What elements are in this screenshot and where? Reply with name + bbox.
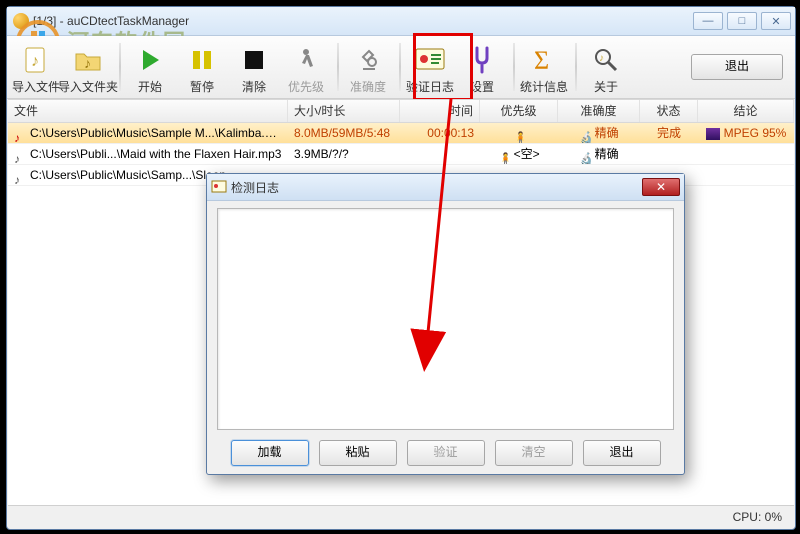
paste-button[interactable]: 粘贴 <box>319 440 397 466</box>
play-icon <box>134 44 166 76</box>
import-files-button[interactable]: ♪ 导入文件 <box>11 39 61 95</box>
close-button[interactable]: ✕ <box>761 12 791 30</box>
statistics-button[interactable]: Σ 统计信息 <box>519 39 569 95</box>
maximize-button[interactable]: □ <box>727 12 757 30</box>
stop-icon <box>238 44 270 76</box>
magnifier-music-icon: ♪ <box>590 44 622 76</box>
music-note-icon: ♪ <box>14 170 26 182</box>
cpu-usage: CPU: 0% <box>733 510 782 524</box>
col-result[interactable]: 结论 <box>698 100 794 122</box>
priority-icon: 🧍 <box>498 149 510 161</box>
svg-text:Σ: Σ <box>534 47 549 73</box>
certificate-icon <box>414 44 446 76</box>
dialog-exit-button[interactable]: 退出 <box>583 440 661 466</box>
load-button[interactable]: 加载 <box>231 440 309 466</box>
table-header: 文件 大小/时长 时间 优先级 准确度 状态 结论 <box>8 99 794 123</box>
sigma-icon: Σ <box>528 44 560 76</box>
import-folder-button[interactable]: ♪ 导入文件夹 <box>63 39 113 95</box>
log-textarea[interactable] <box>217 208 674 430</box>
toolbar-separator <box>513 43 515 91</box>
about-button[interactable]: ♪ 关于 <box>581 39 631 95</box>
pause-icon <box>186 44 218 76</box>
col-accuracy[interactable]: 准确度 <box>558 100 640 122</box>
svg-text:♪: ♪ <box>599 53 604 64</box>
main-window: [1/3] - auCDtectTaskManager — □ ✕ 河东软件园 … <box>6 6 796 530</box>
certificate-icon <box>211 179 227 195</box>
dialog-close-button[interactable]: ✕ <box>642 178 680 196</box>
walking-person-icon <box>290 44 322 76</box>
toolbar-separator <box>337 43 339 91</box>
table-row[interactable]: ♪C:\Users\Publi...\Maid with the Flaxen … <box>8 144 794 165</box>
col-priority[interactable]: 优先级 <box>480 100 558 122</box>
dialog-title: 检测日志 <box>231 179 642 196</box>
accuracy-icon: 🔬 <box>579 128 591 140</box>
start-button[interactable]: 开始 <box>125 39 175 95</box>
microscope-icon <box>352 44 384 76</box>
status-bar: CPU: 0% <box>8 505 794 528</box>
pause-button[interactable]: 暂停 <box>177 39 227 95</box>
result-badge-icon <box>706 128 720 140</box>
col-status[interactable]: 状态 <box>640 100 698 122</box>
minimize-button[interactable]: — <box>693 12 723 30</box>
dialog-titlebar: 检测日志 ✕ <box>207 174 684 201</box>
exit-button[interactable]: 退出 <box>691 54 783 80</box>
music-note-icon: ♪ <box>14 128 26 140</box>
clear-button[interactable]: 清空 <box>495 440 573 466</box>
svg-text:♪: ♪ <box>84 55 91 71</box>
music-folder-icon: ♪ <box>72 44 104 76</box>
col-file[interactable]: 文件 <box>8 100 288 122</box>
toolbar-separator <box>575 43 577 91</box>
accuracy-button[interactable]: 准确度 <box>343 39 393 95</box>
col-size[interactable]: 大小/时长 <box>288 100 400 122</box>
svg-text:♪: ♪ <box>31 53 39 70</box>
accuracy-icon: 🔬 <box>579 149 591 161</box>
verify-log-button[interactable]: 验证日志 <box>405 39 455 95</box>
settings-button[interactable]: 设置 <box>457 39 507 95</box>
toolbar: ♪ 导入文件 ♪ 导入文件夹 开始 暂停 清除 优先级 <box>7 36 795 99</box>
priority-icon: 🧍 <box>513 128 525 140</box>
priority-button[interactable]: 优先级 <box>281 39 331 95</box>
log-dialog: 检测日志 ✕ 加载 粘贴 验证 清空 退出 <box>206 173 685 475</box>
clear-button[interactable]: 清除 <box>229 39 279 95</box>
table-row[interactable]: ♪C:\Users\Public\Music\Sample M...\Kalim… <box>8 123 794 144</box>
toolbar-separator <box>119 43 121 91</box>
verify-button[interactable]: 验证 <box>407 440 485 466</box>
toolbar-separator <box>399 43 401 91</box>
tuning-fork-icon <box>466 44 498 76</box>
col-time[interactable]: 时间 <box>400 100 480 122</box>
music-file-icon: ♪ <box>20 44 52 76</box>
music-note-icon: ♪ <box>14 149 26 161</box>
